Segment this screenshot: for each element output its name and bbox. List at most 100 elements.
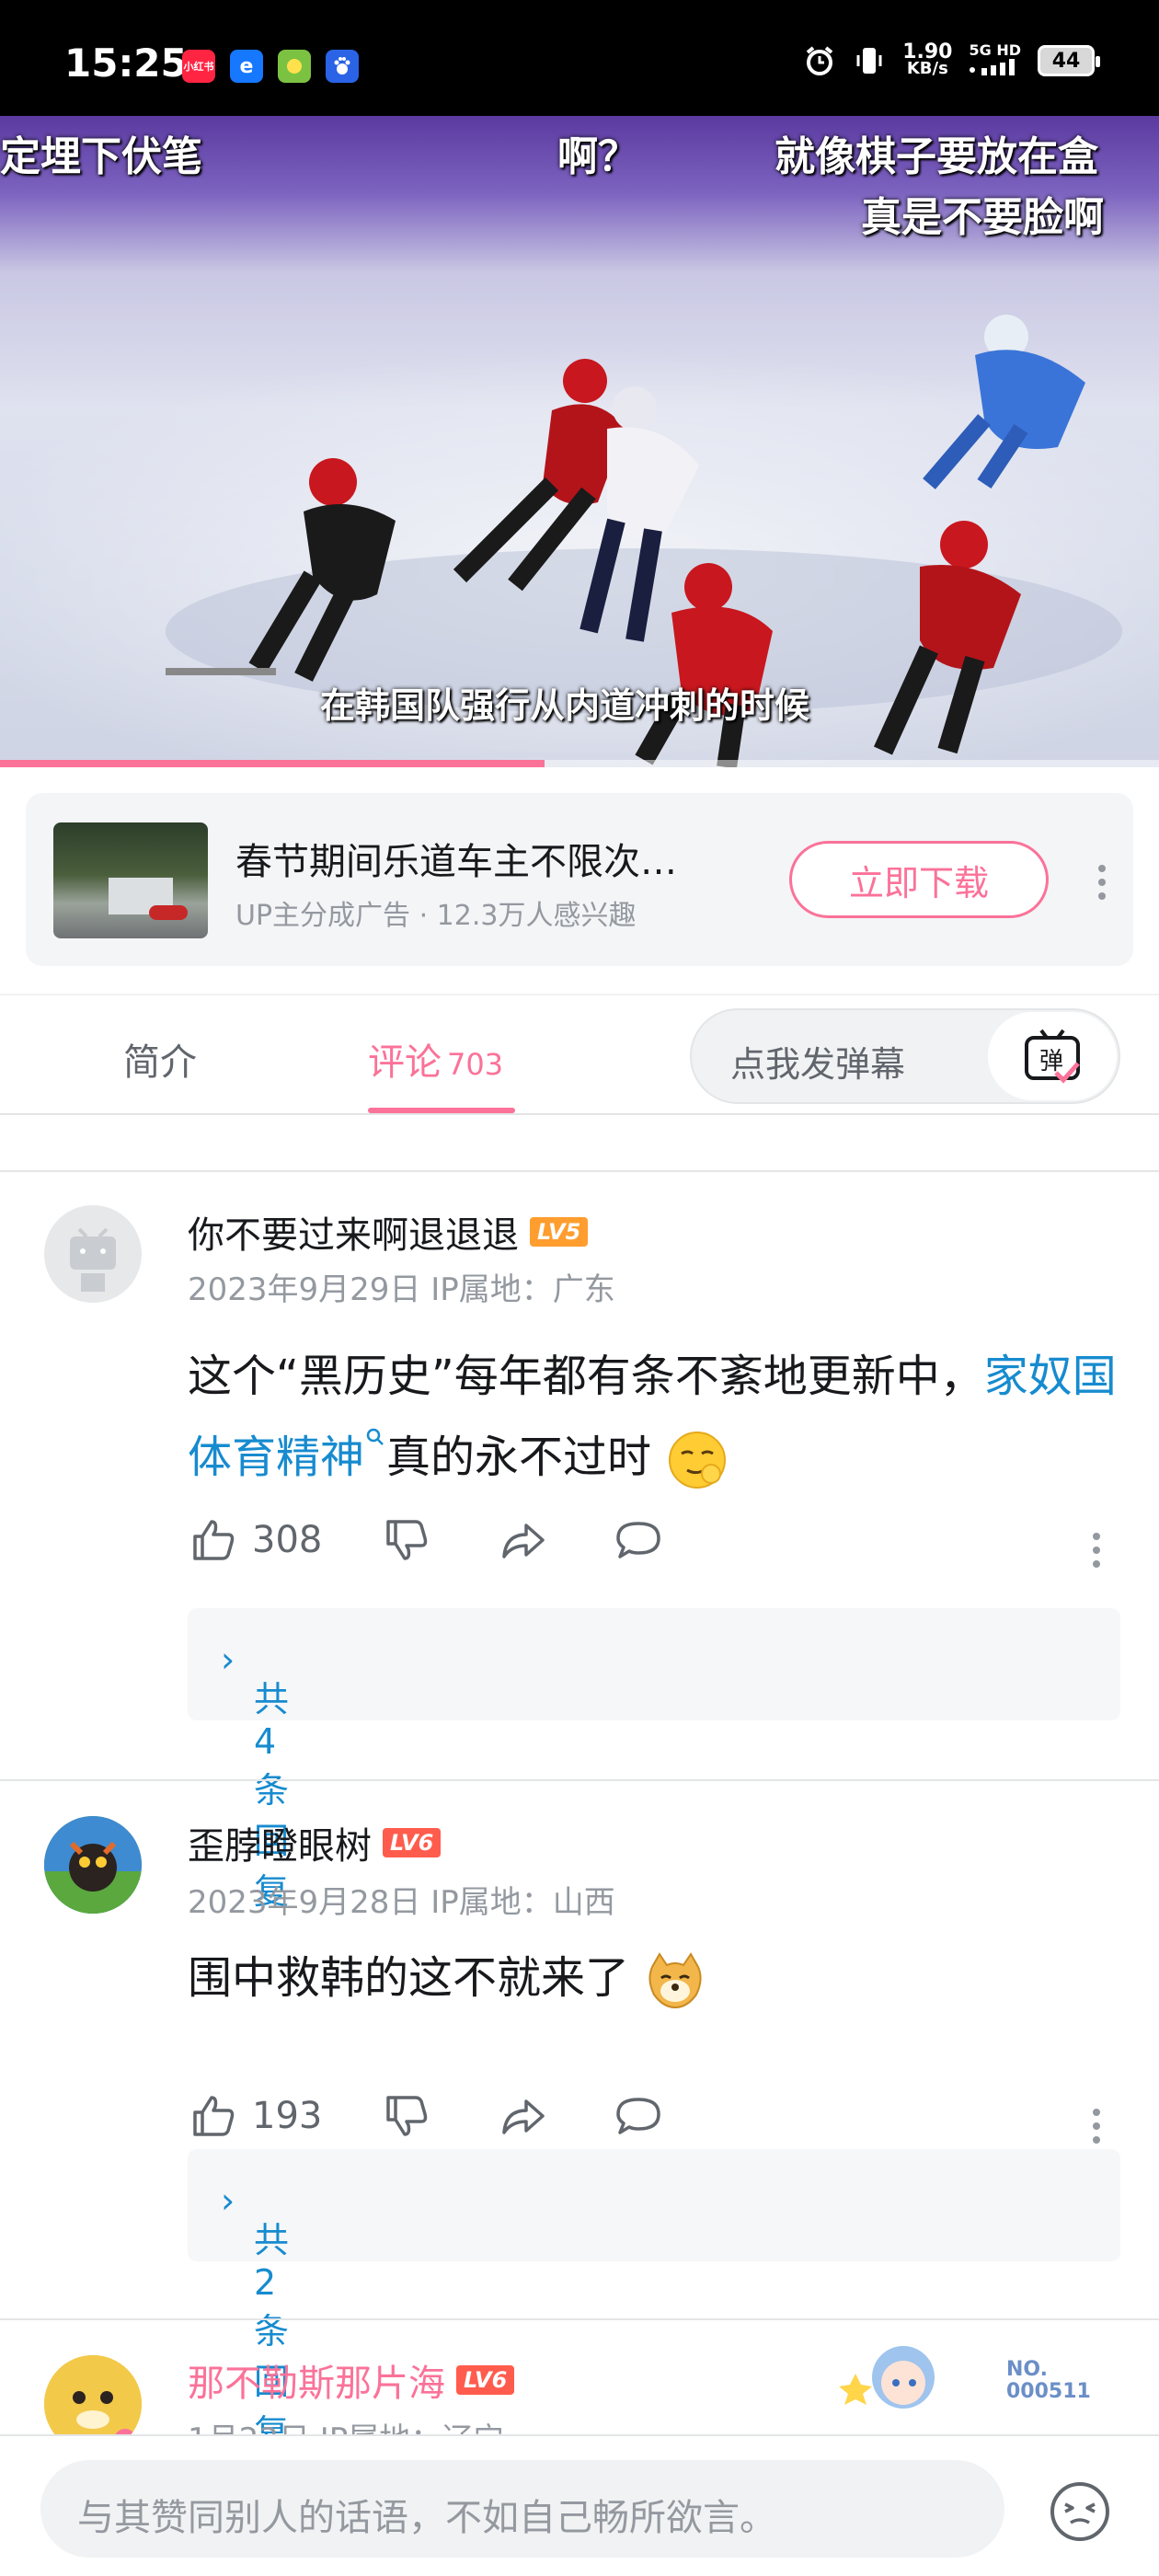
- danmaku-placeholder: 点我发弹幕: [730, 1044, 906, 1085]
- comment-username[interactable]: 歪脖瞪眼树 LV6: [188, 1816, 442, 1869]
- svg-text:弹: 弹: [1039, 1048, 1063, 1075]
- thumb-up-icon: [193, 2096, 235, 2136]
- video-progress-fill: [0, 760, 545, 767]
- doge-emoji-icon: [648, 1952, 702, 2009]
- thumb-up-icon: [193, 1520, 235, 1560]
- more-options-icon[interactable]: [1091, 1533, 1102, 1568]
- fan-badge-prefix: NO.: [1006, 2358, 1048, 2381]
- tab-intro[interactable]: 简介: [123, 1032, 197, 1086]
- username-text: 歪脖瞪眼树: [188, 1825, 372, 1868]
- subtitle-top-left: 定埋下伏笔: [0, 133, 202, 180]
- share-icon: [502, 1524, 545, 1558]
- fan-badge-character-icon: [839, 2346, 935, 2409]
- baidu-icon: [326, 50, 359, 83]
- battery-indicator: 44: [1038, 45, 1100, 76]
- tab-indicator: [368, 1108, 515, 1113]
- comment-text: 这个“黑历史”每年都有条不紊地更新中，家奴国体育精神 真的永不过时: [188, 1336, 1126, 1498]
- avatar[interactable]: [44, 1816, 142, 1914]
- username-text: 那不勒斯那片海: [188, 2363, 445, 2405]
- more-options-icon[interactable]: [1091, 2109, 1102, 2144]
- search-icon: [366, 1428, 384, 1445]
- danmaku-toggle-button[interactable]: 弹: [988, 1012, 1117, 1100]
- avatar[interactable]: [44, 1205, 142, 1303]
- net-speed: 1.90 KB/s: [902, 42, 952, 78]
- dislike-button[interactable]: [381, 1514, 432, 1566]
- share-icon: [502, 2099, 545, 2134]
- ad-more-icon[interactable]: [1093, 865, 1111, 900]
- share-button[interactable]: [497, 1514, 548, 1566]
- download-button[interactable]: 立即下载: [789, 841, 1049, 918]
- comment-bubble-icon: [616, 2098, 661, 2134]
- fan-badge-digits: 000511: [1006, 2380, 1091, 2403]
- like-count: 308: [252, 1519, 323, 1561]
- danmaku-icon: 弹: [1025, 1029, 1080, 1084]
- video-progress-bar[interactable]: [0, 760, 1159, 767]
- view-replies-button[interactable]: 共2条回复 ›: [188, 2149, 1120, 2453]
- comment-item: 那不勒斯那片海 LV6 1月23日 IP属地：辽宁 NO. 000511: [0, 2320, 1159, 2434]
- signal-icon: [970, 59, 1016, 75]
- emoji-button[interactable]: [1047, 2478, 1113, 2548]
- comment-text-content: 围中救韩的这不就来了: [188, 1952, 630, 2004]
- avatar[interactable]: [44, 2355, 142, 2434]
- partial-comment-actions: [0, 1115, 1159, 1172]
- ad-subtitle: UP主分成广告 · 12.3万人感兴趣: [235, 900, 637, 932]
- comment-text-before: 这个“黑历史”每年都有条不紊地更新中，: [188, 1351, 984, 1402]
- comment-input-placeholder: 与其赞同别人的话语，不如自己畅所欲言。: [77, 2497, 776, 2539]
- reply-button[interactable]: [613, 1514, 664, 1566]
- comment-input[interactable]: 与其赞同别人的话语，不如自己畅所欲言。: [40, 2460, 1004, 2558]
- comment-item: 你不要过来啊退退退 LV5 2023年9月29日 IP属地：广东 这个“黑历史”…: [0, 1172, 1159, 1912]
- subtitle-bottom: 在韩国队强行从内道冲刺的时候: [320, 685, 810, 726]
- tab-comments[interactable]: 评论 703: [368, 1032, 503, 1086]
- comment-item: 歪脖瞪眼树 LV6 2023年9月28日 IP属地：山西 围中救韩的这不就来了 …: [0, 1781, 1159, 2453]
- comment-bubble-icon: [616, 1522, 661, 1558]
- like-button[interactable]: 308: [188, 1514, 322, 1566]
- username-text: 你不要过来啊退退退: [188, 1214, 519, 1257]
- tab-comments-label: 评论: [368, 1041, 442, 1084]
- subtitle-top-mid: 啊？: [557, 133, 638, 180]
- reply-button[interactable]: [613, 2090, 664, 2142]
- signal-indicator: 5G HD: [969, 42, 1021, 79]
- thumb-down-icon: [386, 1520, 428, 1560]
- comment-meta: 1月23日 IP属地：辽宁: [188, 2414, 504, 2434]
- status-bar: 15:25 小红书 e 1.90 KB/s 5G HD 44: [0, 0, 1159, 116]
- comment-meta: 2023年9月29日 IP属地：广东: [188, 1271, 615, 1308]
- level-badge: LV5: [530, 1217, 589, 1247]
- comment-text: 围中救韩的这不就来了: [188, 1938, 1126, 2018]
- ad-thumbnail: [53, 822, 208, 938]
- green-app-icon: [278, 50, 311, 83]
- comment-text-after: 真的永不过时: [386, 1432, 652, 1483]
- level-badge: LV6: [383, 1828, 442, 1857]
- replies-label: 共4条回复 ›: [221, 1639, 290, 1912]
- xiaohongshu-icon: 小红书: [182, 50, 215, 83]
- comment-actions: 193: [188, 2090, 664, 2142]
- network-type: 5G HD: [969, 41, 1021, 59]
- net-speed-unit: KB/s: [906, 59, 948, 78]
- share-button[interactable]: [497, 2090, 548, 2142]
- dislike-button[interactable]: [381, 2090, 432, 2142]
- status-right: 1.90 KB/s 5G HD 44: [803, 42, 1100, 79]
- comment-actions: 308: [188, 1514, 664, 1566]
- comment-username[interactable]: 你不要过来啊退退退 LV5: [188, 1205, 589, 1259]
- status-time: 15:25: [64, 40, 188, 86]
- subtitle-top-right: 就像棋子要放在盒: [775, 133, 1098, 180]
- replies-label: 共2条回复 ›: [221, 2180, 290, 2453]
- subtitle-second-line: 真是不要脸啊: [861, 194, 1104, 241]
- danmaku-input[interactable]: 点我发弹幕 弹: [690, 1008, 1120, 1104]
- comment-username[interactable]: 那不勒斯那片海 LV6: [188, 2353, 515, 2407]
- app-e-icon: e: [230, 50, 263, 83]
- like-count: 193: [252, 2095, 323, 2137]
- like-button[interactable]: 193: [188, 2090, 322, 2142]
- emoji-icon: [1050, 2482, 1109, 2541]
- fan-badge-number: NO. 000511: [1006, 2359, 1091, 2403]
- video-tabs: 简介 评论 703 点我发弹幕 弹: [0, 994, 1159, 1115]
- vibrate-icon: [856, 48, 882, 74]
- thumb-down-icon: [386, 2096, 428, 2136]
- ad-card[interactable]: 春节期间乐道车主不限次… UP主分成广告 · 12.3万人感兴趣 立即下载: [26, 793, 1133, 966]
- tab-comments-count: 703: [447, 1047, 504, 1082]
- level-badge: LV6: [456, 2365, 515, 2395]
- alarm-icon: [806, 46, 833, 75]
- smug-emoji-icon: [669, 1432, 727, 1489]
- view-replies-button[interactable]: 共4条回复 ›: [188, 1608, 1120, 1912]
- notification-app-icons: 小红书 e: [182, 50, 359, 83]
- video-player[interactable]: 定埋下伏笔 啊？ 就像棋子要放在盒 真是不要脸啊 在韩国队强行从内道冲刺的时候: [0, 116, 1159, 767]
